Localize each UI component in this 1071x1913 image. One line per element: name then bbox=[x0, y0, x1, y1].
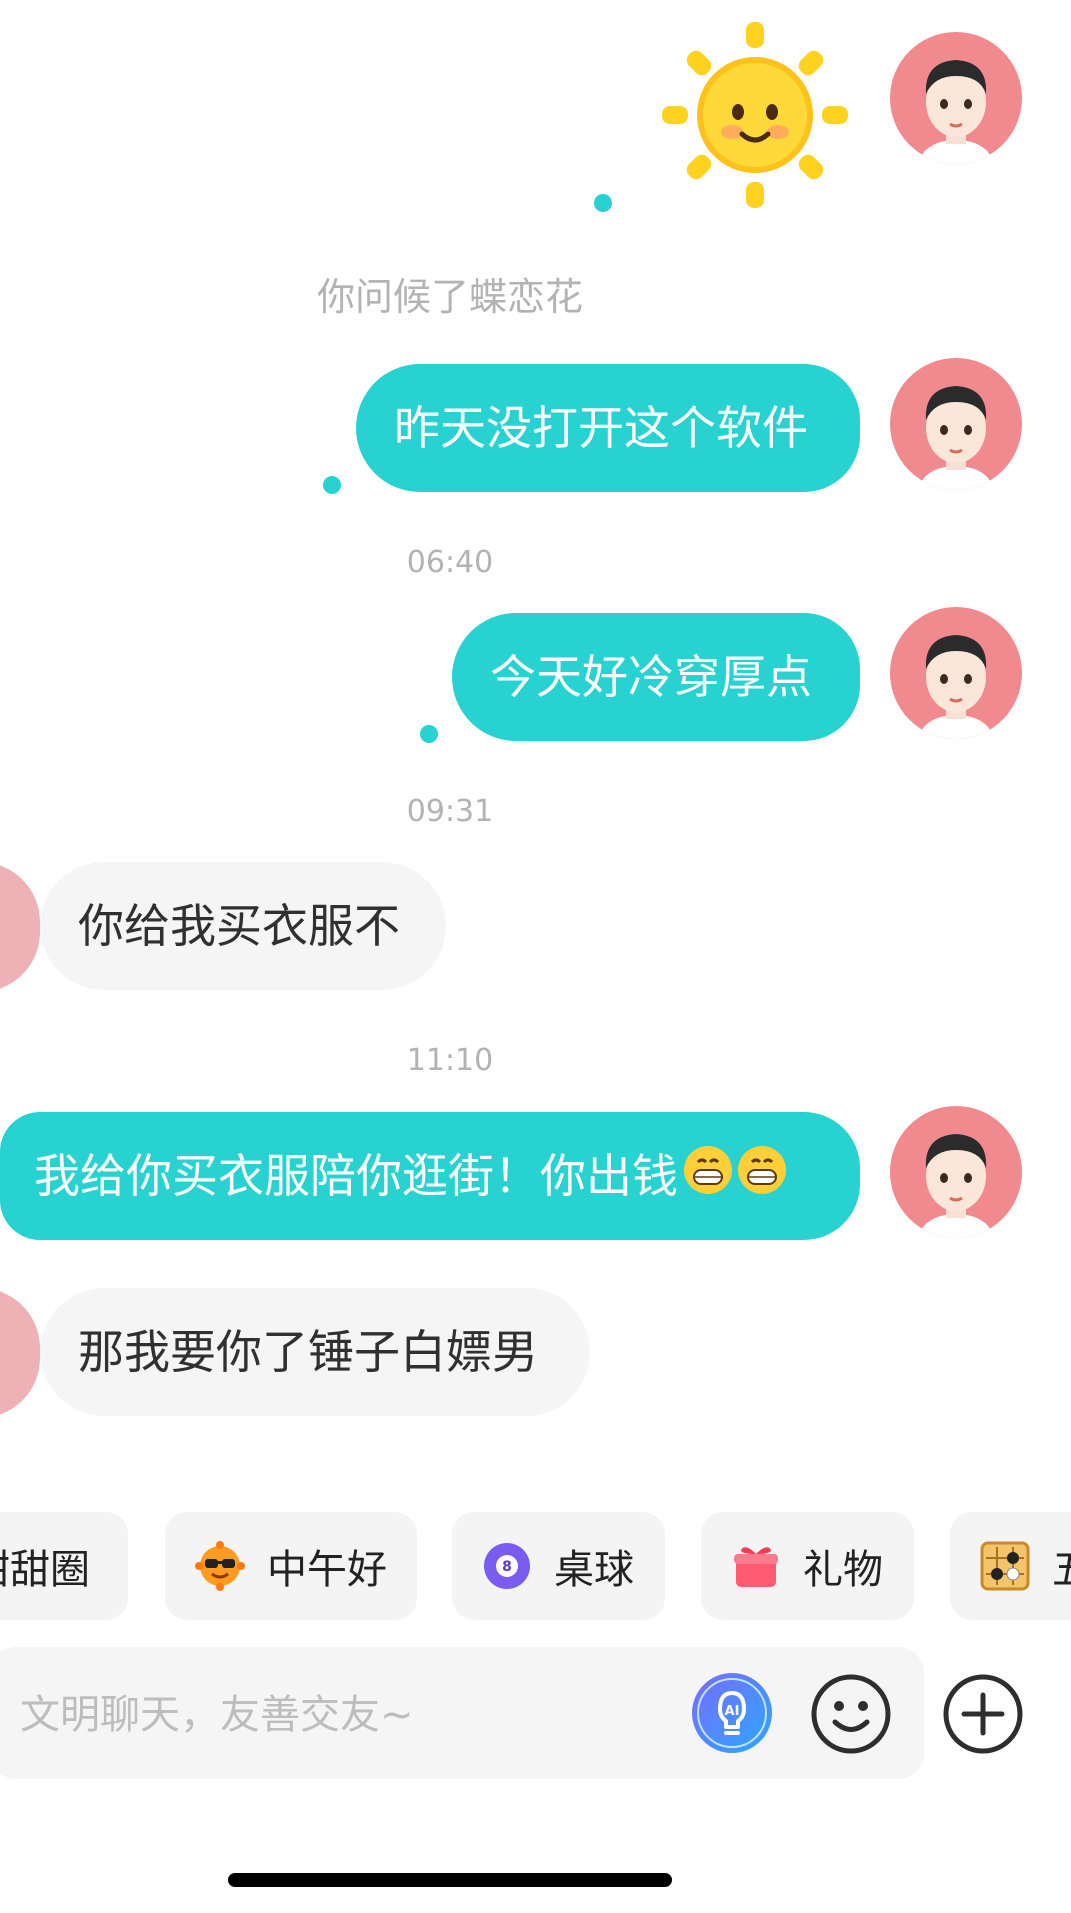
message-timestamp: 09:31 bbox=[406, 794, 494, 829]
message-timestamp: 06:40 bbox=[406, 545, 494, 580]
contact-avatar[interactable] bbox=[0, 862, 40, 992]
message-bubble-received[interactable]: 你给我买衣服不 bbox=[40, 862, 446, 990]
message-text: 我给你买衣服陪你逛街！你出钱 bbox=[34, 1149, 678, 1203]
plus-circle-icon bbox=[943, 1674, 1023, 1754]
chip-label: 中午好 bbox=[267, 1547, 387, 1593]
quick-chip-noon[interactable]: 中午好 bbox=[165, 1512, 417, 1620]
sun-sticker bbox=[660, 20, 850, 210]
message-timestamp: 11:10 bbox=[406, 1043, 494, 1078]
my-avatar[interactable] bbox=[890, 1106, 1022, 1238]
home-indicator[interactable] bbox=[228, 1873, 672, 1887]
my-avatar[interactable] bbox=[890, 358, 1022, 490]
message-bubble-sent[interactable]: 昨天没打开这个软件 bbox=[356, 364, 860, 492]
message-bubble-received[interactable]: 那我要你了锤子白嫖男 bbox=[40, 1288, 590, 1416]
message-bubble-sent[interactable]: 今天好冷穿厚点 bbox=[452, 613, 860, 741]
greeting-system-note: 你问候了蝶恋花 bbox=[316, 275, 583, 319]
chip-label: 桌球 bbox=[554, 1547, 634, 1593]
sunglasses-sun-icon bbox=[195, 1541, 245, 1591]
quick-chip-go[interactable]: 五 bbox=[950, 1512, 1071, 1620]
unread-dot bbox=[594, 194, 612, 212]
ai-assistant-button[interactable]: AI bbox=[692, 1673, 772, 1753]
ai-bulb-icon: AI bbox=[697, 1678, 767, 1748]
billiard-ball-icon: 8 bbox=[482, 1541, 532, 1591]
my-avatar[interactable] bbox=[890, 32, 1022, 164]
svg-text:8: 8 bbox=[502, 1559, 512, 1575]
chip-label: 礼物 bbox=[803, 1547, 883, 1593]
message-bubble-sent[interactable]: 我给你买衣服陪你逛街！你出钱 bbox=[0, 1112, 860, 1240]
chip-label: 甜甜圈 bbox=[0, 1547, 90, 1593]
chip-label: 五 bbox=[1052, 1537, 1071, 1595]
svg-text:AI: AI bbox=[725, 1704, 740, 1719]
smiley-icon bbox=[811, 1674, 891, 1754]
unread-dot bbox=[323, 476, 341, 494]
message-input[interactable] bbox=[18, 1680, 662, 1750]
quick-chip-billiards[interactable]: 8 桌球 bbox=[452, 1512, 665, 1620]
emoji-button[interactable] bbox=[810, 1673, 892, 1755]
go-board-icon bbox=[980, 1541, 1030, 1591]
quick-chip-donut[interactable]: 甜甜圈 bbox=[0, 1512, 128, 1620]
quick-chip-gift[interactable]: 礼物 bbox=[701, 1512, 914, 1620]
grinning-face-emoji bbox=[682, 1116, 788, 1244]
my-avatar[interactable] bbox=[890, 607, 1022, 739]
add-button[interactable] bbox=[942, 1673, 1024, 1755]
contact-avatar[interactable] bbox=[0, 1288, 40, 1418]
gift-icon bbox=[731, 1541, 781, 1591]
unread-dot bbox=[420, 725, 438, 743]
